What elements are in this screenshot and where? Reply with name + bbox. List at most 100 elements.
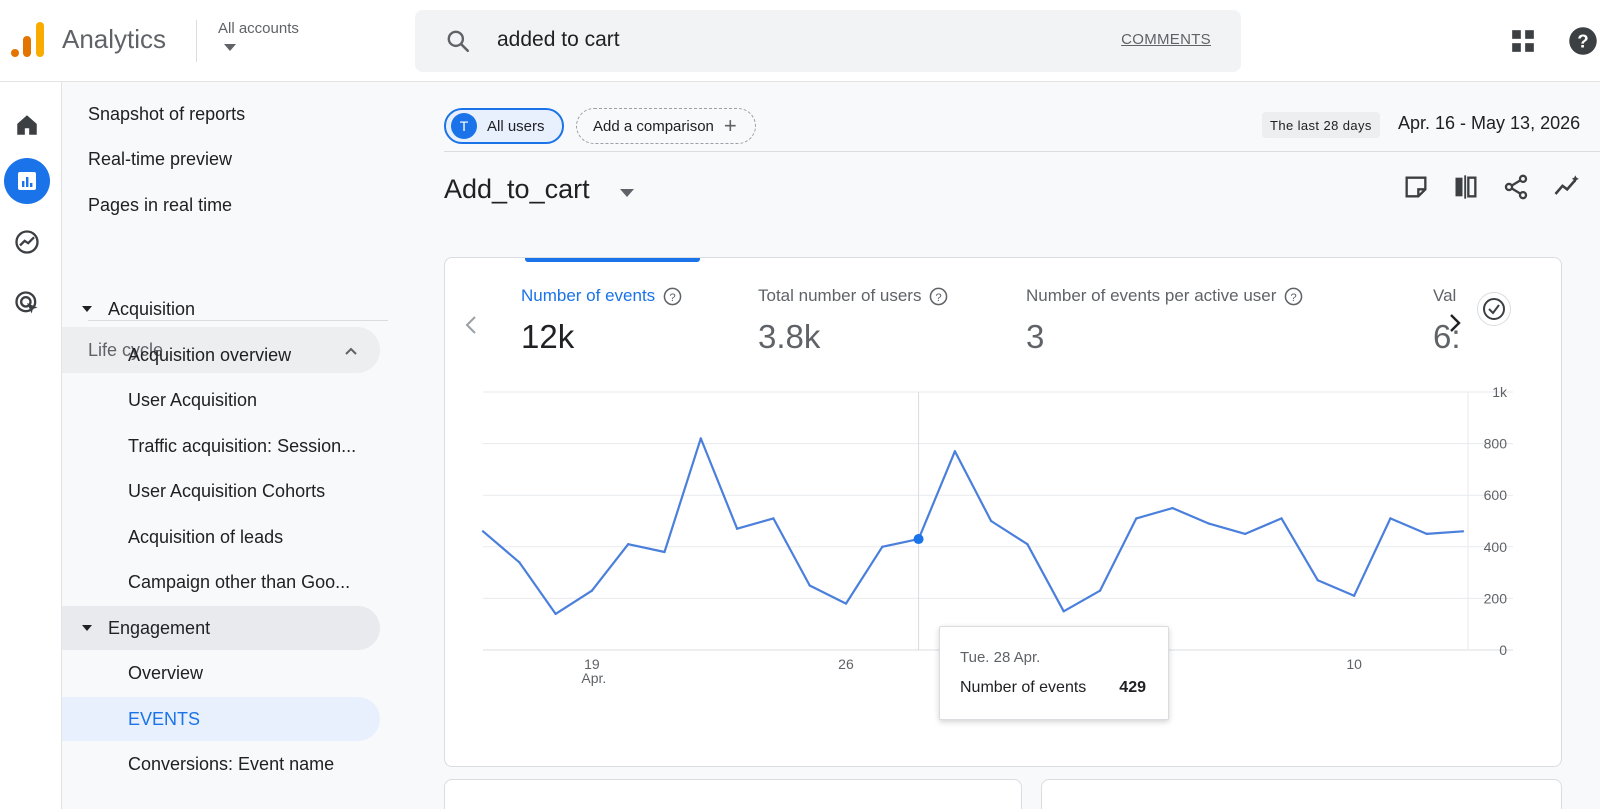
data-point [1135,517,1138,520]
header-divider [196,20,197,62]
advertising-nav-button[interactable] [4,280,50,326]
plus-icon: + [723,113,737,138]
nav-events[interactable]: EVENTS [62,697,380,741]
svg-text:?: ? [1291,291,1297,303]
series-line [482,437,1464,615]
nav-user-acquisition[interactable]: User Acquisition [62,378,382,422]
expand-caret-icon [82,306,92,312]
compare-icon[interactable] [1452,173,1480,201]
search-query[interactable]: added to cart [497,28,620,52]
data-point [1280,517,1283,520]
data-point [1098,589,1102,592]
segment-avatar: T [451,113,477,139]
explore-nav-button[interactable] [4,219,50,265]
nav-acquisition-of-leads[interactable]: Acquisition of leads [62,515,382,559]
x-tick-sublabel: Apr. [581,670,606,686]
y-tick-label: 0 [1499,642,1507,658]
help-circle-icon[interactable]: ? [1284,287,1303,306]
analytics-logo[interactable] [8,20,48,60]
nav-label: User Acquisition [128,389,258,410]
nav-traffic-acquisition[interactable]: Traffic acquisition: Session... [62,424,382,468]
nav-real-time-preview[interactable]: Real-time preview [62,137,382,181]
apps-grid-icon[interactable] [1510,28,1536,54]
metric-number-of-events[interactable]: Number of events ? 12k [521,286,682,356]
nav-snapshot-of-reports[interactable]: Snapshot of reports [62,92,382,136]
metric-events-per-user[interactable]: Number of events per active user ? 3 [1026,286,1303,356]
help-circle-icon[interactable]: ? [929,287,948,306]
all-users-label: All users [487,117,545,135]
tooltip-value: 429 [1119,679,1146,696]
nav-label: Snapshot of reports [88,103,246,124]
data-point [953,450,957,453]
lower-card-left [444,779,1022,809]
data-point [481,530,485,533]
nav-label: User Acquisition Cohorts [128,480,326,501]
search-bar[interactable]: added to cart COMMENTS [415,10,1241,72]
date-range[interactable]: Apr. 16 - May 13, 2026 [1398,113,1580,134]
add-comparison-button[interactable]: Add a comparison + [576,108,756,144]
comments-link[interactable]: COMMENTS [1121,31,1211,48]
data-point [1461,530,1465,533]
metric-label: Number of events ? [521,286,682,306]
x-tick-label: 26 [838,656,854,672]
metric-selector-button[interactable] [1477,292,1511,326]
note-icon[interactable] [1402,173,1430,201]
data-point [518,561,521,564]
nav-campaign[interactable]: Campaign other than Goo... [62,560,382,604]
data-point [1062,610,1065,613]
title-dropdown-icon[interactable] [620,189,634,197]
account-caret-icon[interactable] [224,44,236,51]
highlight-point [913,534,924,545]
metric-label-text: Number of events [521,286,656,305]
search-icon[interactable] [445,28,471,54]
nav-label: Pages in real time [88,194,233,215]
reports-nav-button[interactable] [4,158,50,204]
nav-label: Acquisition overview [128,344,292,365]
metric-label-text: Number of events per active user [1026,286,1277,305]
data-point [844,602,848,605]
data-point [735,527,739,530]
data-point [808,584,811,587]
chevron-left-icon[interactable] [463,313,479,337]
nav-label: Acquisition of leads [128,526,284,547]
help-circle-icon[interactable]: ? [663,287,682,306]
home-icon [17,115,37,135]
metric-label: Total number of users ? [758,286,948,306]
data-point [1171,506,1174,510]
metric-value: 3.8k [758,318,821,355]
nav-engagement[interactable]: Engagement [62,606,380,650]
metric-label-text: Total number of users [758,286,922,305]
nav-engagement-overview[interactable]: Overview [62,651,382,695]
toolbar-divider [444,151,1600,152]
check-circle-icon [1483,298,1505,320]
nav-pages-in-real-time[interactable]: Pages in real time [62,183,382,227]
nav-acquisition[interactable]: Acquisition [62,287,382,331]
help-icon[interactable]: ? [1568,26,1598,56]
active-metric-indicator [525,258,700,262]
date-preset-badge[interactable]: The last 28 days [1262,112,1380,138]
home-nav-button[interactable] [4,102,50,148]
data-point [989,519,993,523]
data-point [881,545,884,548]
main-content: T All users Add a comparison + The last … [392,82,1600,809]
nav-label: Acquisition [108,298,196,319]
data-point [590,589,594,592]
reports-icon [18,172,36,190]
page-title[interactable]: Add_to_cart [444,174,590,205]
top-bar: Analytics All accounts added to cart COM… [0,0,1600,82]
account-selector-label[interactable]: All accounts [218,20,299,37]
nav-conversions[interactable]: Conversions: Event name [62,742,382,786]
data-point [1352,594,1356,598]
data-point [626,543,630,546]
metric-total-users[interactable]: Total number of users ? 3.8k [758,286,948,356]
events-chart-card: Number of events ? 12k Total number of u… [444,257,1562,767]
data-point [699,437,702,440]
x-tick-label: 10 [1346,656,1362,672]
chevron-right-icon[interactable] [1447,311,1463,335]
nav-user-acquisition-cohorts[interactable]: User Acquisition Cohorts [62,469,382,513]
nav-acquisition-overview[interactable]: Acquisition overview [62,333,382,377]
share-icon[interactable] [1502,173,1530,201]
advertising-icon [15,291,38,314]
all-users-chip[interactable]: T All users [444,108,564,144]
insights-icon[interactable] [1552,173,1580,201]
